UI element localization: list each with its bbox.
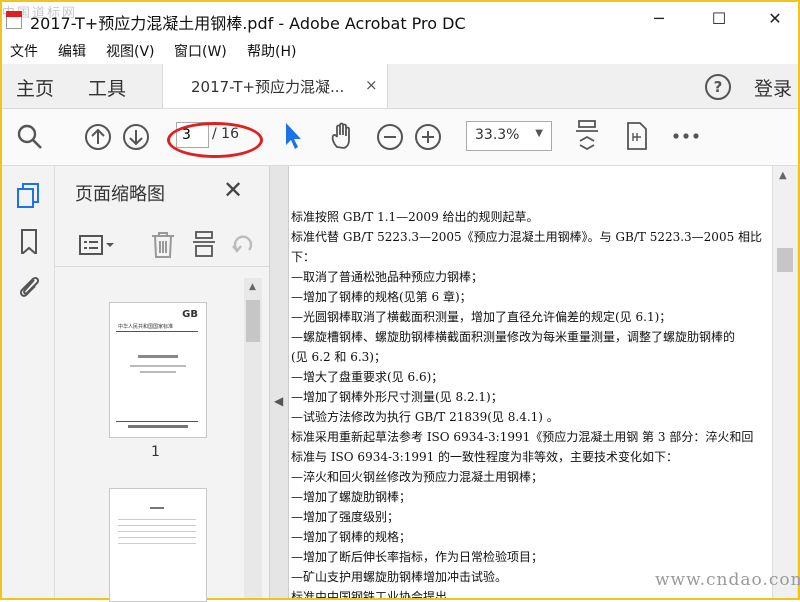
tab-home[interactable]: 主页 bbox=[16, 74, 54, 101]
document-line: 下： bbox=[291, 250, 316, 264]
menu-file[interactable]: 文件 bbox=[10, 41, 38, 61]
rotate-view-icon[interactable] bbox=[624, 121, 650, 151]
scroll-up-icon: ▲ bbox=[249, 282, 256, 292]
pdf-app-icon bbox=[6, 11, 22, 29]
collapse-panel-icon[interactable]: ◀ bbox=[274, 394, 283, 408]
menu-view[interactable]: 视图(V) bbox=[106, 41, 155, 61]
document-line: 标准按照 GB/T 1.1—2009 给出的规则起草。 bbox=[291, 210, 539, 224]
scrollbar-thumb[interactable] bbox=[777, 248, 793, 272]
document-viewport: ◀ 标准按照 GB/T 1.1—2009 给出的规则起草。标准代替 GB/T 5… bbox=[270, 166, 798, 598]
gb-logo: GB bbox=[182, 309, 198, 320]
zoom-in-icon[interactable] bbox=[414, 123, 442, 151]
login-button[interactable]: 登录 bbox=[754, 74, 792, 101]
previous-page-icon[interactable] bbox=[84, 123, 112, 151]
document-line: (见 6.2 和 6.3)； bbox=[291, 350, 386, 364]
scrollbar-thumb[interactable] bbox=[246, 300, 260, 342]
next-page-icon[interactable] bbox=[122, 123, 150, 151]
tab-document-label: 2017-T+预应力混凝... bbox=[191, 78, 345, 96]
left-rail bbox=[2, 166, 55, 598]
extract-page-icon[interactable] bbox=[191, 230, 217, 260]
close-window-button[interactable]: ✕ bbox=[752, 2, 798, 36]
document-line: —淬火和回火钢丝修改为预应力混凝土用钢棒； bbox=[291, 470, 544, 484]
thumbnail-text bbox=[118, 525, 196, 526]
document-line: —螺旋槽钢棒、螺旋肋钢棒横截面积测量修改为每米重量测量，调整了螺旋肋钢棒的 bbox=[291, 330, 736, 344]
document-line: —增加了钢棒的规格； bbox=[291, 530, 412, 544]
thumbnail-text bbox=[128, 425, 188, 428]
document-line: —试验方法修改为执行 GB/T 21839(见 8.4.1) 。 bbox=[291, 410, 559, 424]
document-line: 标准由中国钢铁工业协会提出 bbox=[291, 590, 448, 598]
document-line: —增加了螺旋肋钢棒； bbox=[291, 490, 412, 504]
zoom-out-icon[interactable] bbox=[376, 123, 404, 151]
title-bar: 中国道标网 2017-T+预应力混凝土用钢棒.pdf - Adobe Acrob… bbox=[2, 2, 798, 36]
thumbnail-text bbox=[118, 531, 196, 532]
document-line: —增加了强度级别； bbox=[291, 510, 400, 524]
document-line: 标准采用重新起草法参考 ISO 6934-3:1991《预应力混凝土用钢 第 3… bbox=[291, 430, 754, 444]
page-thumbnail-1[interactable]: GB 中华人民共和国国家标准 bbox=[109, 302, 207, 438]
more-icon[interactable] bbox=[672, 131, 700, 141]
site-watermark: www.cndao.com bbox=[655, 570, 800, 590]
document-page: 标准按照 GB/T 1.1—2009 给出的规则起草。标准代替 GB/T 522… bbox=[288, 166, 773, 598]
select-cursor-icon[interactable] bbox=[282, 121, 304, 151]
thumbnail-heading: 中华人民共和国国家标准 bbox=[118, 324, 174, 330]
document-scrollbar[interactable]: ▲ bbox=[772, 166, 797, 598]
thumbnail-panel: 页面缩略图 ✕ GB 中华人民共和国国家标准 1 ▲ bbox=[55, 166, 270, 602]
delete-page-icon[interactable] bbox=[149, 230, 177, 260]
thumbnail-rule bbox=[116, 331, 198, 332]
menu-edit[interactable]: 编辑 bbox=[58, 41, 86, 61]
close-panel-icon[interactable]: ✕ bbox=[223, 176, 243, 204]
maximize-button[interactable]: ☐ bbox=[696, 2, 742, 36]
document-line: —取消了普通松弛品种预应力钢棒； bbox=[291, 270, 484, 284]
rotate-page-icon[interactable] bbox=[231, 232, 255, 258]
hand-tool-icon[interactable] bbox=[328, 121, 358, 151]
document-line: —增加了断后伸长率指标，作为日常检验项目； bbox=[291, 550, 544, 564]
document-line: —矿山支护用螺旋肋钢棒增加冲击试验。 bbox=[291, 570, 508, 584]
thumbnail-text bbox=[118, 543, 196, 544]
zoom-value: 33.3% bbox=[475, 127, 520, 143]
document-line: —增加了钢棒的规格(见第 6 章)； bbox=[291, 290, 472, 304]
menu-bar: 文件 编辑 视图(V) 窗口(W) 帮助(H) bbox=[2, 36, 798, 64]
search-icon[interactable] bbox=[16, 123, 44, 151]
thumbnail-text bbox=[150, 507, 164, 509]
scroll-up-icon[interactable]: ▲ bbox=[779, 170, 787, 181]
toolbar: / 16 33.3% ▼ bbox=[2, 109, 798, 166]
document-line: —增大了盘重要求(见 6.6)； bbox=[291, 370, 444, 384]
tab-tools[interactable]: 工具 bbox=[88, 74, 126, 101]
bookmark-icon[interactable] bbox=[16, 228, 42, 254]
thumbnail-text bbox=[138, 355, 178, 358]
highlight-oval bbox=[167, 122, 263, 158]
zoom-select[interactable]: 33.3% ▼ bbox=[466, 121, 552, 151]
tab-bar: 主页 工具 2017-T+预应力混凝... × ? 登录 bbox=[2, 64, 798, 109]
fit-page-icon[interactable] bbox=[574, 119, 600, 153]
thumbnail-options-icon[interactable] bbox=[79, 234, 117, 256]
thumbnail-label: 1 bbox=[151, 444, 160, 460]
thumbnail-tools bbox=[55, 222, 269, 267]
menu-help[interactable]: 帮助(H) bbox=[247, 41, 296, 61]
thumbnail-text bbox=[118, 519, 196, 520]
page-thumbnails-icon[interactable] bbox=[16, 182, 42, 208]
thumbnail-text bbox=[130, 365, 186, 367]
attachment-icon[interactable] bbox=[16, 272, 42, 298]
window-title: 2017-T+预应力混凝土用钢棒.pdf - Adobe Acrobat Pro… bbox=[30, 14, 466, 33]
document-line: 标准与 ISO 6934-3:1991 的一致性程度为非等效，主要技术变化如下： bbox=[291, 450, 679, 464]
help-icon[interactable]: ? bbox=[705, 74, 731, 100]
document-line: 标准代替 GB/T 5223.3—2005《预应力混凝土用钢棒》。与 GB/T … bbox=[291, 230, 763, 244]
thumbnail-rule bbox=[116, 421, 198, 422]
menu-window[interactable]: 窗口(W) bbox=[174, 41, 227, 61]
document-line: —光圆钢棒取消了横截面积测量，增加了直径允许偏差的规定(见 6.1)； bbox=[291, 310, 672, 324]
chevron-down-icon: ▼ bbox=[535, 128, 543, 139]
page-thumbnail-2[interactable] bbox=[109, 488, 207, 602]
thumbnail-text bbox=[118, 537, 196, 538]
tab-document[interactable]: 2017-T+预应力混凝... × bbox=[162, 64, 388, 108]
panel-title: 页面缩略图 bbox=[75, 184, 165, 205]
thumbnail-scrollbar[interactable]: ▲ bbox=[244, 278, 262, 598]
thumbnail-text bbox=[140, 371, 176, 373]
tab-close-icon[interactable]: × bbox=[365, 76, 378, 94]
minimize-button[interactable]: ─ bbox=[636, 2, 682, 36]
document-line: —增加了钢棒外形尺寸测量(见 8.2.1)； bbox=[291, 390, 503, 404]
